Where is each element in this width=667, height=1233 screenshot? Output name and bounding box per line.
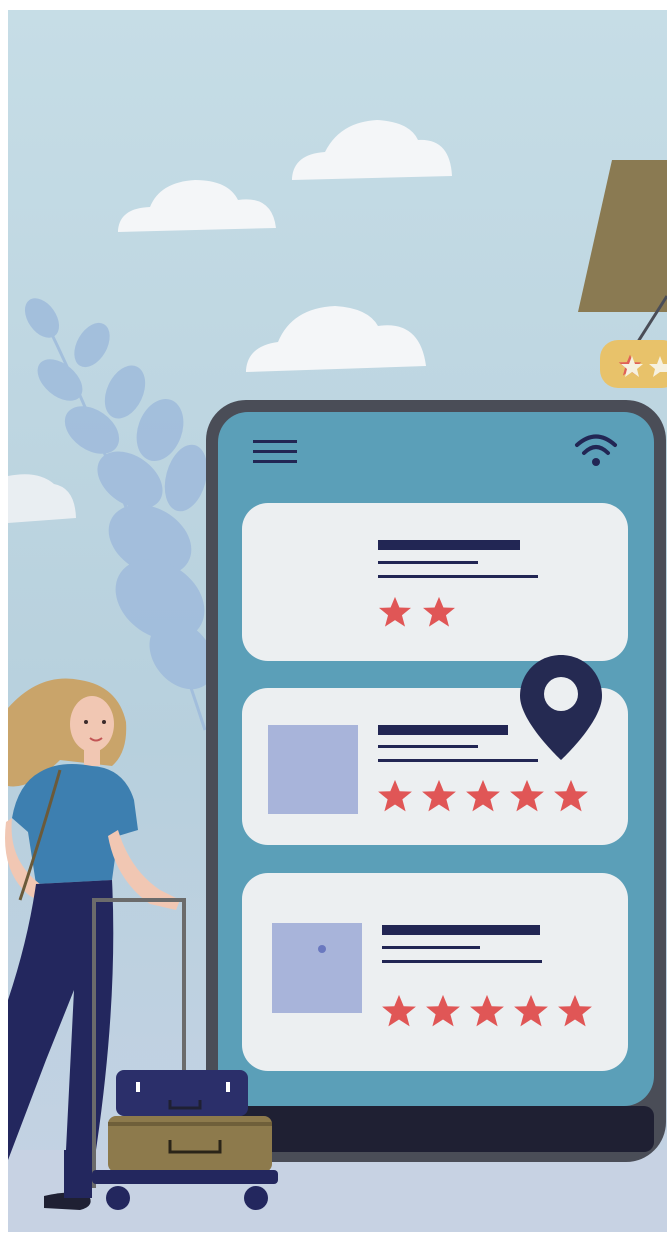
travel-review-illustration	[5, 10, 667, 1232]
phone-bottom-bezel	[218, 1106, 654, 1152]
smartphone	[206, 400, 666, 1162]
card-title-line	[378, 725, 508, 735]
card-text-line	[382, 946, 480, 949]
card-text-line	[378, 759, 538, 762]
review-card[interactable]	[242, 503, 628, 661]
card-text-line	[378, 561, 478, 564]
thumbnail	[272, 923, 362, 1013]
card-text-line	[378, 745, 478, 748]
card-text-line	[378, 575, 538, 578]
card-title-line	[378, 540, 520, 550]
cart-wheel	[244, 1186, 268, 1210]
ground-strip	[8, 1150, 667, 1232]
card-text-line	[382, 960, 542, 963]
thumbnail	[268, 725, 358, 814]
cart-wheel	[106, 1186, 130, 1210]
card-title-line	[382, 925, 540, 935]
review-card[interactable]	[242, 873, 628, 1071]
